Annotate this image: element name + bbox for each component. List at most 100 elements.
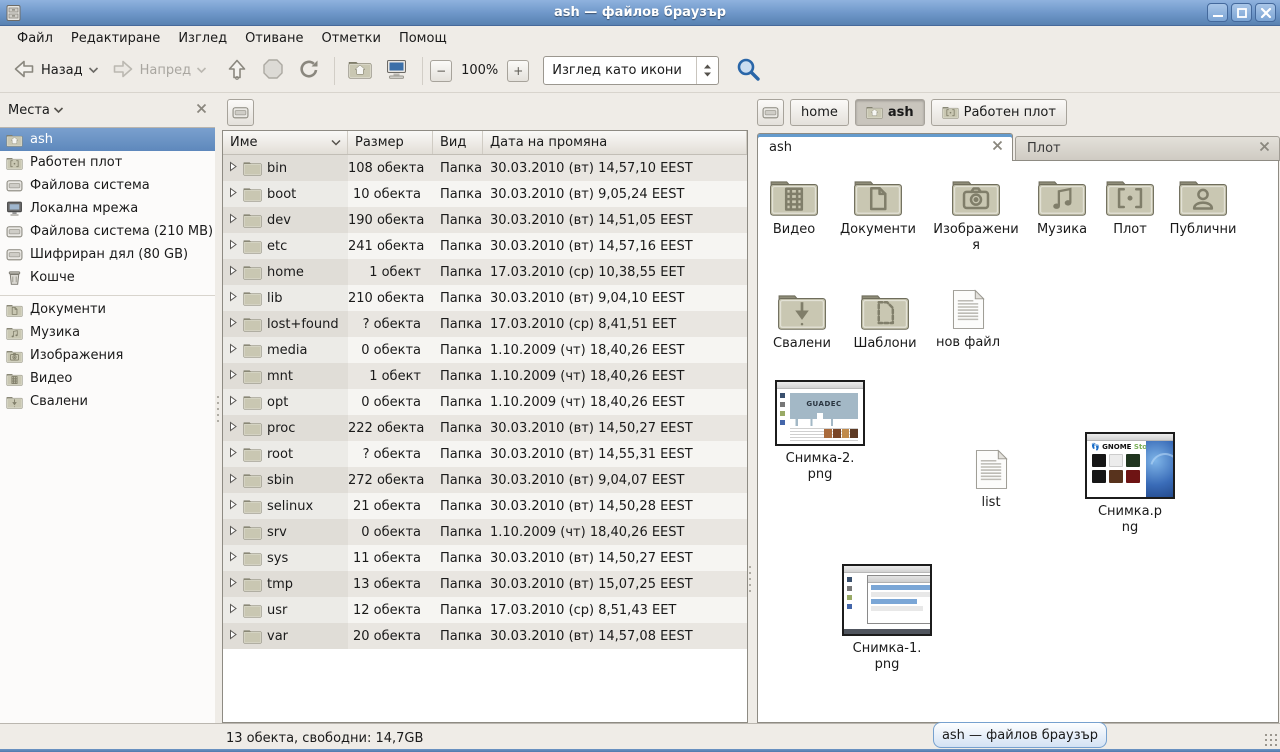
sidebar-item-видео[interactable]: Видео: [0, 367, 215, 390]
menu-4[interactable]: Отиване: [236, 29, 312, 48]
sidebar-item-изображения[interactable]: Изображения: [0, 344, 215, 367]
forward-button[interactable]: Напред: [105, 52, 213, 90]
zoom-out-button[interactable]: −: [430, 60, 452, 82]
expander-icon[interactable]: [228, 577, 238, 592]
column-header-3[interactable]: Вид: [433, 131, 483, 154]
back-button[interactable]: Назад: [6, 52, 105, 90]
expander-icon[interactable]: [228, 291, 238, 306]
tree-row-mnt[interactable]: mnt1 обектПапка1.10.2009 (чт) 18,40,26 E…: [223, 363, 747, 389]
file-item-снимка-2-png[interactable]: GUADEC Снимка-2.png: [775, 380, 865, 483]
maximize-button[interactable]: [1231, 3, 1252, 22]
sidebar-item-шифриран-дял-80-gb-[interactable]: Шифриран дял (80 GB): [0, 243, 215, 266]
file-item-публични[interactable]: Публични: [1158, 175, 1248, 238]
tree-row-dev[interactable]: dev190 обектаПапка30.03.2010 (вт) 14,51,…: [223, 207, 747, 233]
breadcrumb-button-работен-плот[interactable]: Работен плот: [931, 99, 1067, 126]
computer-button[interactable]: [378, 52, 415, 90]
expander-icon[interactable]: [228, 369, 238, 384]
breadcrumb-root-button[interactable]: [757, 99, 784, 126]
titlebar[interactable]: ash — файлов браузър: [0, 0, 1280, 26]
up-button[interactable]: [219, 52, 255, 90]
sidebar-item-локална-мрежа[interactable]: Локална мрежа: [0, 197, 215, 220]
expander-icon[interactable]: [228, 551, 238, 566]
filesystem-root-button[interactable]: [227, 99, 254, 126]
sidebar-selector-chevron-icon[interactable]: [53, 103, 64, 118]
tree-row-bin[interactable]: bin108 обектаПапка30.03.2010 (вт) 14,57,…: [223, 155, 747, 181]
menu-5[interactable]: Отметки: [312, 29, 389, 48]
tree-row-selinux[interactable]: selinux21 обектаПапка30.03.2010 (вт) 14,…: [223, 493, 747, 519]
tab-плот[interactable]: Плот: [1015, 136, 1280, 161]
menu-3[interactable]: Изглед: [169, 29, 236, 48]
sidebar-item-музика[interactable]: Музика: [0, 321, 215, 344]
column-header-2[interactable]: Размер: [348, 131, 433, 154]
expander-icon[interactable]: [228, 421, 238, 436]
tree-row-proc[interactable]: proc222 обектаПапка30.03.2010 (вт) 14,50…: [223, 415, 747, 441]
expander-icon[interactable]: [228, 629, 238, 644]
menu-2[interactable]: Редактиране: [62, 29, 169, 48]
tree-row-var[interactable]: var20 обектаПапка30.03.2010 (вт) 14,57,0…: [223, 623, 747, 649]
file-item-шаблони[interactable]: Шаблони: [840, 289, 930, 352]
zoom-in-button[interactable]: +: [507, 60, 529, 82]
menu-1[interactable]: Файл: [8, 29, 62, 48]
file-item-снимка-png[interactable]: 👣 GNOME Store Снимка.png: [1085, 432, 1175, 536]
tree-row-root[interactable]: root? обектаПапка30.03.2010 (вт) 14,55,3…: [223, 441, 747, 467]
sidebar-item-свалени[interactable]: Свалени: [0, 390, 215, 413]
tree-row-sys[interactable]: sys11 обектаПапка30.03.2010 (вт) 14,50,2…: [223, 545, 747, 571]
tree-row-boot[interactable]: boot10 обектаПапка30.03.2010 (вт) 9,05,2…: [223, 181, 747, 207]
expander-icon[interactable]: [228, 265, 238, 280]
expander-icon[interactable]: [228, 447, 238, 462]
expander-icon[interactable]: [228, 499, 238, 514]
home-button[interactable]: [342, 54, 378, 88]
tree-row-media[interactable]: media0 обектаПапка1.10.2009 (чт) 18,40,2…: [223, 337, 747, 363]
file-item-снимка-1-png[interactable]: Снимка-1.png: [842, 564, 932, 673]
expander-icon[interactable]: [228, 603, 238, 618]
expander-icon[interactable]: [228, 473, 238, 488]
search-button[interactable]: [731, 52, 765, 90]
file-item-list[interactable]: list: [946, 449, 1036, 511]
file-item-видео[interactable]: Видео: [749, 175, 839, 238]
tree-row-etc[interactable]: etc241 обектаПапка30.03.2010 (вт) 14,57,…: [223, 233, 747, 259]
file-item-свалени[interactable]: Свалени: [757, 289, 847, 352]
column-header-4[interactable]: Дата на промяна: [483, 131, 747, 154]
file-item-документи[interactable]: Документи: [833, 175, 923, 238]
minimize-button[interactable]: [1207, 3, 1228, 22]
expander-icon[interactable]: [228, 343, 238, 358]
expander-icon[interactable]: [228, 161, 238, 176]
expander-icon[interactable]: [228, 317, 238, 332]
reload-button[interactable]: [291, 52, 327, 90]
breadcrumb-button-home[interactable]: home: [790, 99, 849, 126]
icon-view[interactable]: Видео Документи Изображения Музика Плот …: [757, 160, 1279, 723]
tree-row-sbin[interactable]: sbin272 обектаПапка30.03.2010 (вт) 9,04,…: [223, 467, 747, 493]
sidebar-item-кошче[interactable]: Кошче: [0, 266, 215, 289]
tree-row-lost+found[interactable]: lost+found? обектаПапка17.03.2010 (ср) 8…: [223, 311, 747, 337]
sidebar-item-ash[interactable]: ash: [0, 128, 215, 151]
pane-divider[interactable]: [215, 94, 222, 723]
expander-icon[interactable]: [228, 213, 238, 228]
view-mode-select[interactable]: Изглед като икони: [543, 56, 719, 85]
tree-row-srv[interactable]: srv0 обектаПапка1.10.2009 (чт) 18,40,26 …: [223, 519, 747, 545]
tree-row-home[interactable]: home1 обектПапка17.03.2010 (ср) 10,38,55…: [223, 259, 747, 285]
tree-row-opt[interactable]: opt0 обектаПапка1.10.2009 (чт) 18,40,26 …: [223, 389, 747, 415]
sidebar-item-файлова-система-210-mb-[interactable]: Файлова система (210 MB): [0, 220, 215, 243]
expander-icon[interactable]: [228, 525, 238, 540]
sidebar-item-документи[interactable]: Документи: [0, 298, 215, 321]
resize-grip[interactable]: [1264, 733, 1278, 747]
sidebar-item-файлова-система[interactable]: Файлова система: [0, 174, 215, 197]
tab-ash[interactable]: ash: [757, 133, 1013, 161]
tree-row-tmp[interactable]: tmp13 обектаПапка30.03.2010 (вт) 15,07,2…: [223, 571, 747, 597]
stop-button[interactable]: [255, 52, 291, 90]
expander-icon[interactable]: [228, 395, 238, 410]
menu-6[interactable]: Помощ: [390, 29, 456, 48]
sidebar-item-работен-плот[interactable]: Работен плот: [0, 151, 215, 174]
breadcrumb-button-ash[interactable]: ash: [855, 99, 925, 126]
sidebar-close-icon[interactable]: [196, 103, 207, 118]
back-dropdown-icon[interactable]: [88, 63, 99, 78]
tree-row-lib[interactable]: lib210 обектаПапка30.03.2010 (вт) 9,04,1…: [223, 285, 747, 311]
tree-row-usr[interactable]: usr12 обектаПапка17.03.2010 (ср) 8,51,43…: [223, 597, 747, 623]
expander-icon[interactable]: [228, 187, 238, 202]
file-item-нов-файл[interactable]: нов файл: [923, 289, 1013, 351]
column-header-1[interactable]: Име: [223, 131, 348, 154]
tab-close-icon[interactable]: [992, 140, 1003, 155]
tab-close-icon[interactable]: [1259, 141, 1270, 156]
close-button[interactable]: [1255, 3, 1276, 22]
file-item-изображения[interactable]: Изображения: [931, 175, 1021, 254]
